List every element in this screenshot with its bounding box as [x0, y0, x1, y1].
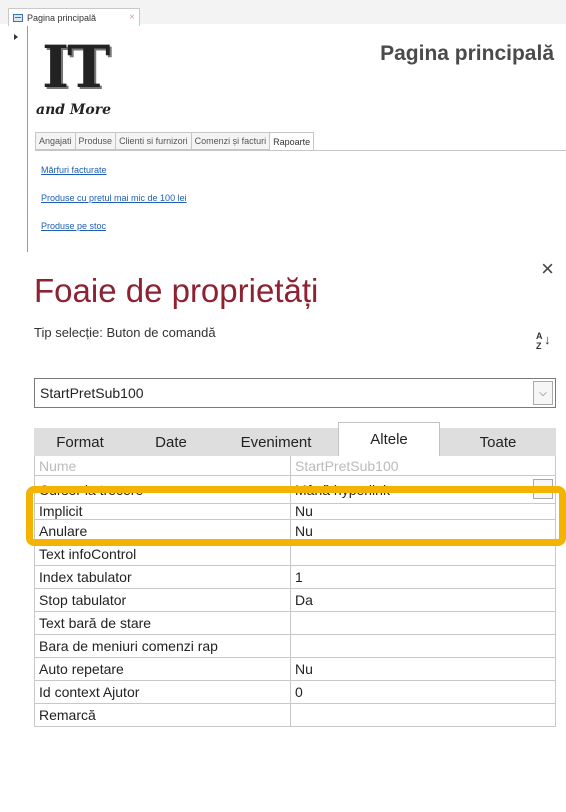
- it-and-more-logo: IT and More: [36, 38, 116, 118]
- property-row-nume[interactable]: Nume StartPretSub100: [35, 456, 555, 476]
- property-row-remarca[interactable]: Remarcă: [35, 704, 555, 727]
- property-sheet: × Foaie de proprietăți Tip selecție: But…: [18, 252, 566, 812]
- tab-date[interactable]: Date: [126, 428, 216, 456]
- property-value-dropdown[interactable]: Mână hyperlink ⌵: [291, 476, 555, 503]
- property-row-bara-meniuri-comenzi-rapide[interactable]: Bara de meniuri comenzi rap: [35, 635, 555, 658]
- document-tab-label: Pagina principală: [27, 12, 97, 23]
- link-marfuri-facturate[interactable]: Mărfuri facturate: [41, 165, 107, 175]
- form-window: Pagina principală × IT and More Pagina p…: [0, 0, 566, 252]
- property-name: Implicit: [35, 504, 291, 519]
- link-produse-pret-sub-100[interactable]: Produse cu pretul mai mic de 100 lei: [41, 193, 187, 203]
- property-value[interactable]: Nu: [291, 658, 555, 680]
- tab-toate[interactable]: Toate: [440, 428, 556, 456]
- property-value[interactable]: 0: [291, 681, 555, 703]
- link-produse-pe-stoc[interactable]: Produse pe stoc: [41, 221, 106, 231]
- form-tab-control: Angajati Produse Clienti si furnizori Co…: [35, 132, 315, 150]
- property-value[interactable]: 1: [291, 566, 555, 588]
- property-tabs: Format Date Eveniment Altele Toate: [34, 422, 556, 456]
- property-name: Stop tabulator: [35, 589, 291, 611]
- chevron-down-icon[interactable]: ⌵: [533, 381, 553, 405]
- property-value[interactable]: [291, 543, 555, 565]
- form-icon: [13, 13, 23, 22]
- property-name: Remarcă: [35, 704, 291, 726]
- property-value[interactable]: [291, 635, 555, 657]
- form-title: Pagina principală: [380, 42, 554, 65]
- document-tab-strip: Pagina principală ×: [0, 0, 566, 26]
- property-value[interactable]: Nu: [291, 520, 555, 542]
- property-row-id-context-ajutor[interactable]: Id context Ajutor 0: [35, 681, 555, 704]
- property-name: Cursor la trecere: [35, 476, 291, 503]
- close-icon[interactable]: ×: [541, 256, 554, 282]
- document-tab-pagina-principala[interactable]: Pagina principală ×: [8, 8, 140, 26]
- property-value[interactable]: Da: [291, 589, 555, 611]
- tab-comenzi-si-facturi[interactable]: Comenzi și facturi: [190, 132, 270, 150]
- property-name: Id context Ajutor: [35, 681, 291, 703]
- record-pointer-icon: [14, 34, 18, 40]
- property-name: Nume: [35, 456, 291, 475]
- property-name: Text bară de stare: [35, 612, 291, 634]
- property-value: Mână hyperlink: [295, 481, 390, 498]
- property-row-anulare[interactable]: Anulare Nu: [35, 520, 555, 543]
- property-row-text-bara-de-stare[interactable]: Text bară de stare: [35, 612, 555, 635]
- property-name: Text infoControl: [35, 543, 291, 565]
- logo-and-more-text: and More: [36, 102, 112, 118]
- property-row-stop-tabulator[interactable]: Stop tabulator Da: [35, 589, 555, 612]
- property-name: Auto repetare: [35, 658, 291, 680]
- logo-it-text: IT: [42, 33, 110, 101]
- tab-eveniment[interactable]: Eveniment: [216, 428, 336, 456]
- sort-az-icon[interactable]: A Z ↓: [536, 332, 551, 352]
- tab-angajati[interactable]: Angajati: [35, 132, 75, 150]
- property-value[interactable]: Nu: [291, 504, 555, 519]
- property-row-text-infocontrol[interactable]: Text infoControl: [35, 543, 555, 566]
- property-row-auto-repetare[interactable]: Auto repetare Nu: [35, 658, 555, 681]
- chevron-down-icon[interactable]: ⌵: [533, 479, 553, 499]
- tab-clienti-si-furnizori[interactable]: Clienti si furnizori: [115, 132, 191, 150]
- property-row-implicit[interactable]: Implicit Nu: [35, 504, 555, 520]
- property-value[interactable]: [291, 704, 555, 726]
- property-sheet-title: Foaie de proprietăți: [34, 272, 319, 309]
- object-selector-value: StartPretSub100: [40, 385, 144, 401]
- property-grid: Nume StartPretSub100 Cursor la trecere M…: [34, 456, 556, 727]
- property-row-cursor-la-trecere[interactable]: Cursor la trecere Mână hyperlink ⌵: [35, 476, 555, 504]
- tab-produse[interactable]: Produse: [74, 132, 116, 150]
- tab-altele[interactable]: Altele: [338, 422, 440, 456]
- tab-format[interactable]: Format: [34, 428, 126, 456]
- selection-type-label: Tip selecție: Buton de comandă: [34, 325, 216, 340]
- tab-pane-border: [35, 150, 566, 151]
- close-icon[interactable]: ×: [129, 12, 135, 23]
- tab-rapoarte[interactable]: Rapoarte: [269, 132, 315, 150]
- property-row-index-tabulator[interactable]: Index tabulator 1: [35, 566, 555, 589]
- property-name: Index tabulator: [35, 566, 291, 588]
- property-name: Anulare: [35, 520, 291, 542]
- object-selector-dropdown[interactable]: StartPretSub100 ⌵: [34, 378, 556, 408]
- property-name: Bara de meniuri comenzi rap: [35, 635, 291, 657]
- property-value[interactable]: StartPretSub100: [291, 456, 555, 475]
- record-selector[interactable]: [8, 26, 28, 252]
- property-value[interactable]: [291, 612, 555, 634]
